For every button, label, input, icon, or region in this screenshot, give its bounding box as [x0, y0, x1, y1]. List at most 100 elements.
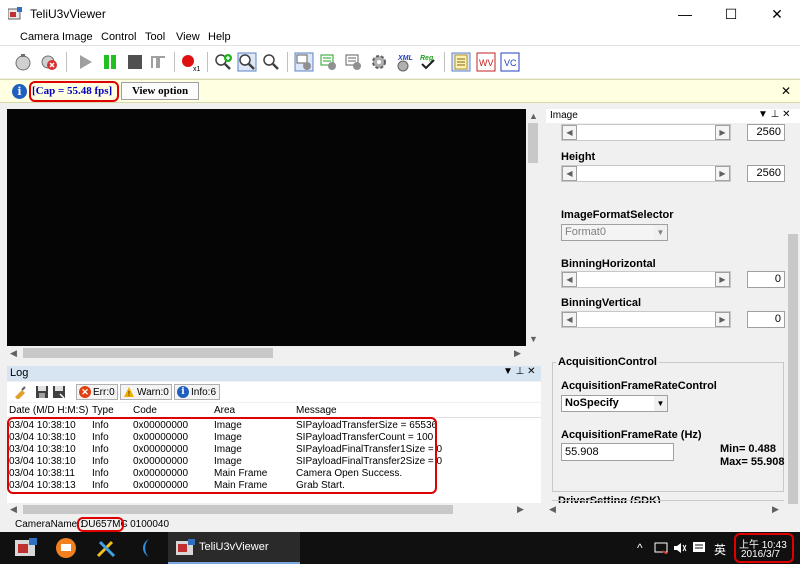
slider-right-icon[interactable]: ▶ — [715, 125, 730, 140]
clock-date[interactable]: 2016/3/7 — [741, 549, 780, 560]
toolbar-separator — [66, 52, 67, 72]
taskbar-active-app[interactable]: TeliU3vViewer — [168, 532, 300, 564]
settings-1-icon[interactable] — [293, 51, 315, 73]
svg-text:!: ! — [128, 391, 130, 398]
menu-control[interactable]: Control — [101, 31, 136, 43]
gear-icon[interactable] — [368, 51, 390, 73]
toolbar-separator — [207, 52, 208, 72]
image-viewport[interactable] — [7, 109, 526, 346]
scroll-right-icon[interactable]: ▶ — [514, 348, 521, 359]
scroll-down-icon[interactable]: ▼ — [529, 334, 538, 344]
notification-icon[interactable] — [692, 541, 706, 555]
close-button[interactable]: ✕ — [754, 0, 800, 28]
taskbar-chat-icon[interactable] — [54, 536, 78, 560]
info-filter-button[interactable]: i Info:6 — [174, 384, 220, 400]
taskbar-browser-icon[interactable] — [134, 536, 158, 560]
play-icon[interactable] — [74, 51, 96, 73]
scroll-up-icon[interactable]: ▲ — [529, 111, 538, 121]
viewport-vertical-scrollbar[interactable]: ▲ ▼ — [526, 109, 540, 346]
camera-serial: - 0100040 — [124, 519, 170, 530]
view-option-button[interactable]: View option — [121, 82, 199, 100]
settings-3-icon[interactable] — [343, 51, 365, 73]
column-header-code[interactable]: Code — [133, 405, 157, 416]
column-header-message[interactable]: Message — [296, 405, 337, 416]
slider-right-icon[interactable]: ▶ — [715, 312, 730, 327]
scroll-left-icon[interactable]: ◀ — [549, 504, 556, 515]
width-slider[interactable]: ◀ ▶ — [561, 124, 731, 141]
scrollbar-thumb[interactable] — [788, 234, 798, 504]
image-format-select[interactable]: Format0 ▼ — [561, 224, 668, 241]
panel-vertical-scrollbar[interactable] — [786, 124, 800, 517]
slider-right-icon[interactable]: ▶ — [715, 272, 730, 287]
menu-image[interactable]: Image — [62, 31, 93, 43]
scroll-right-icon[interactable]: ▶ — [772, 504, 779, 515]
volume-icon[interactable] — [673, 542, 687, 554]
slider-left-icon[interactable]: ◀ — [562, 166, 577, 181]
binning-horizontal-slider[interactable]: ◀ ▶ — [561, 271, 731, 288]
frame-rate-control-select[interactable]: NoSpecify ▼ — [561, 395, 668, 412]
log-panel-controls-icon[interactable]: ▼ ⊥ ✕ — [503, 366, 536, 377]
stop-icon[interactable] — [124, 51, 146, 73]
vectorscope-icon[interactable]: VC — [499, 51, 521, 73]
pause-icon[interactable] — [99, 51, 121, 73]
xml-icon[interactable]: XML — [393, 51, 415, 73]
binning-horizontal-value[interactable]: 0 — [747, 271, 785, 288]
log-clear-icon[interactable] — [13, 385, 27, 402]
height-slider[interactable]: ◀ ▶ — [561, 165, 731, 182]
ime-indicator[interactable]: 英 — [714, 541, 726, 558]
scrollbar-thumb[interactable] — [23, 505, 453, 514]
maximize-button[interactable]: ☐ — [708, 0, 754, 28]
column-header-area[interactable]: Area — [214, 405, 235, 416]
tray-expand-icon[interactable]: ^ — [637, 541, 643, 555]
menu-tool[interactable]: Tool — [145, 31, 165, 43]
slider-left-icon[interactable]: ◀ — [562, 312, 577, 327]
log-toolbar: ✕ Err:0 ! Warn:0 i Info:6 — [7, 382, 541, 402]
column-header-type[interactable]: Type — [92, 405, 114, 416]
menu-camera[interactable]: Camera — [20, 31, 59, 43]
error-filter-button[interactable]: ✕ Err:0 — [76, 384, 118, 400]
warning-filter-button[interactable]: ! Warn:0 — [120, 384, 172, 400]
zoom-fit-icon[interactable] — [236, 51, 258, 73]
zoom-out-icon[interactable] — [260, 51, 282, 73]
binning-vertical-slider[interactable]: ◀ ▶ — [561, 311, 731, 328]
tray-display-icon[interactable] — [654, 542, 668, 554]
height-value[interactable]: 2560 — [747, 165, 785, 182]
log-save-icon[interactable] — [35, 385, 49, 402]
chevron-down-icon[interactable]: ▼ — [654, 396, 667, 411]
record-icon[interactable]: x1 — [180, 51, 202, 73]
waveform-icon[interactable]: WV — [475, 51, 497, 73]
slider-left-icon[interactable]: ◀ — [562, 272, 577, 287]
settings-2-icon[interactable] — [318, 51, 340, 73]
minimize-button[interactable]: — — [662, 0, 708, 28]
log-horizontal-scrollbar[interactable]: ◀ ▶ — [7, 503, 541, 516]
taskbar-app-icon-1[interactable] — [14, 536, 38, 560]
menu-view[interactable]: View — [176, 31, 200, 43]
scroll-right-icon[interactable]: ▶ — [517, 504, 524, 515]
panel-horizontal-scrollbar[interactable]: ◀ ▶ — [546, 503, 786, 516]
camera-open-icon[interactable] — [12, 51, 34, 73]
panel-controls-icon[interactable]: ▼ ⊥ ✕ — [758, 109, 791, 120]
column-header-date[interactable]: Date (M/D H:M:S) — [9, 405, 88, 416]
frame-rate-input[interactable]: 55.908 — [561, 443, 674, 461]
register-icon[interactable]: Reg — [417, 51, 439, 73]
chevron-down-icon[interactable]: ▼ — [654, 225, 667, 240]
frame-rate-max: Max= 55.908 — [720, 456, 785, 468]
scroll-left-icon[interactable]: ◀ — [10, 504, 17, 515]
log-window-icon[interactable] — [450, 51, 472, 73]
scroll-left-icon[interactable]: ◀ — [10, 348, 17, 359]
trigger-icon[interactable] — [148, 51, 170, 73]
frame-rate-min: Min= 0.488 — [720, 443, 776, 455]
taskbar-tools-icon[interactable] — [94, 536, 118, 560]
width-value[interactable]: 2560 — [747, 124, 785, 141]
menu-help[interactable]: Help — [208, 31, 231, 43]
log-save-all-icon[interactable] — [52, 385, 66, 402]
scrollbar-thumb[interactable] — [23, 348, 273, 358]
slider-right-icon[interactable]: ▶ — [715, 166, 730, 181]
binning-vertical-value[interactable]: 0 — [747, 311, 785, 328]
camera-close-icon[interactable] — [38, 51, 60, 73]
zoom-in-icon[interactable] — [212, 51, 234, 73]
scrollbar-thumb[interactable] — [528, 123, 538, 163]
infobar-close-icon[interactable]: ✕ — [781, 84, 791, 98]
viewport-horizontal-scrollbar[interactable]: ◀ ▶ — [7, 346, 526, 360]
slider-left-icon[interactable]: ◀ — [562, 125, 577, 140]
